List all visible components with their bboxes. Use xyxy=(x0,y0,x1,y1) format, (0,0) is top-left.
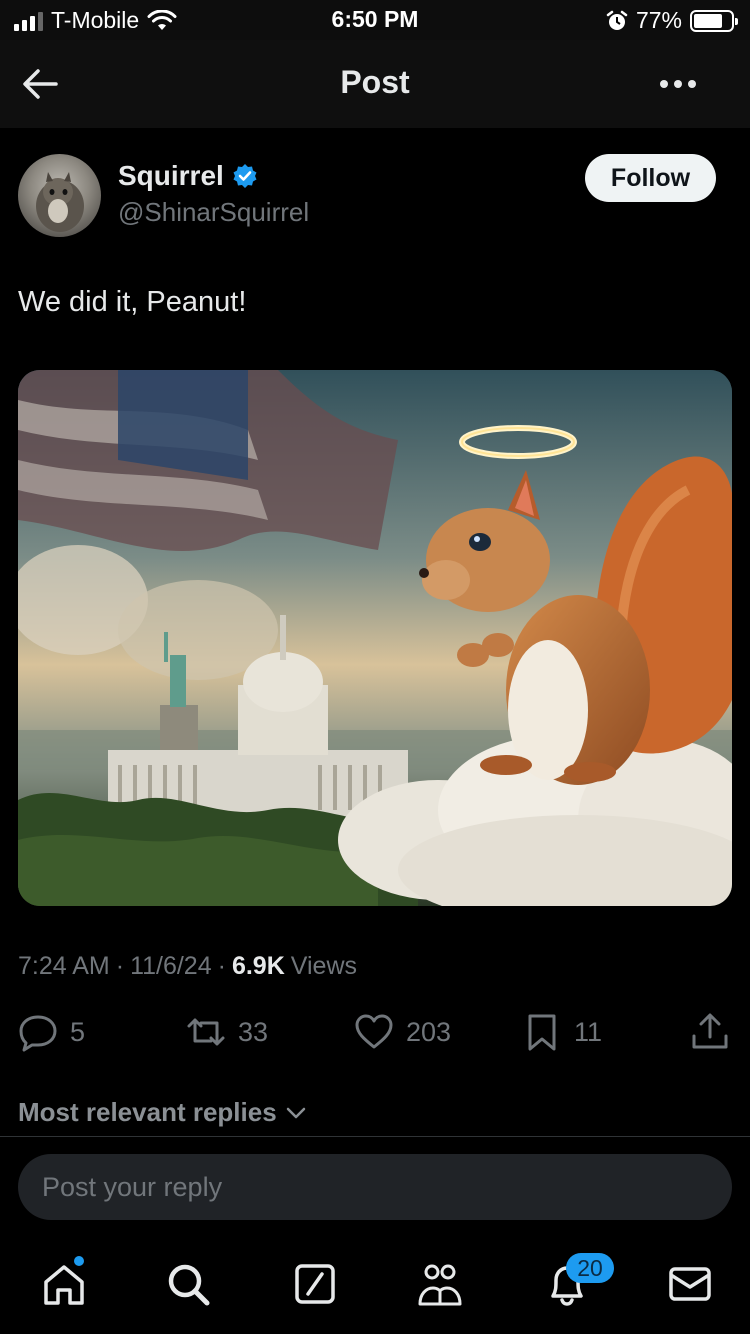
post-meta: 7:24 AM · 11/6/24 · 6.9K Views xyxy=(18,952,357,981)
search-icon xyxy=(168,1264,210,1306)
views-label: Views xyxy=(290,952,358,980)
reply-icon xyxy=(19,1015,57,1052)
post-image-illustration xyxy=(18,370,732,906)
follow-button[interactable]: Follow xyxy=(585,154,716,202)
reply-button[interactable]: 5 xyxy=(18,1012,85,1052)
heart-icon xyxy=(355,1014,393,1049)
meta-separator: · xyxy=(217,952,226,980)
battery-percent: 77% xyxy=(635,7,682,33)
tab-messages[interactable] xyxy=(666,1260,714,1308)
chevron-down-icon xyxy=(286,1107,305,1118)
alarm-icon xyxy=(606,10,628,30)
tab-grok[interactable] xyxy=(291,1260,339,1308)
like-count: 203 xyxy=(406,1016,452,1047)
status-bar: T-Mobile 6:50 PM 77% xyxy=(0,0,750,40)
divider xyxy=(0,1136,750,1137)
author-name[interactable]: Squirrel xyxy=(118,160,224,192)
home-icon xyxy=(44,1265,84,1305)
grok-icon xyxy=(295,1264,335,1304)
page-title: Post xyxy=(340,64,410,100)
battery-icon xyxy=(690,9,738,32)
verified-badge-icon xyxy=(233,164,257,188)
tab-search[interactable] xyxy=(164,1260,212,1308)
battery-fill xyxy=(694,13,722,28)
share-button[interactable] xyxy=(690,1012,730,1052)
like-button[interactable]: 203 xyxy=(354,1012,451,1052)
bottom-tab-bar xyxy=(0,1240,750,1334)
reply-count: 5 xyxy=(70,1016,86,1047)
repost-icon xyxy=(187,1018,225,1046)
more-horizontal-icon[interactable] xyxy=(660,80,696,88)
post-actions: 5 33 203 11 xyxy=(0,1012,750,1056)
post-time: 7:24 AM xyxy=(18,952,110,980)
repost-count: 33 xyxy=(238,1016,269,1047)
meta-separator: · xyxy=(115,952,125,980)
repost-button[interactable]: 33 xyxy=(186,1012,268,1052)
post-text: We did it, Peanut! xyxy=(18,286,247,318)
bookmark-icon xyxy=(528,1014,556,1051)
bookmark-button[interactable]: 11 xyxy=(522,1012,602,1052)
home-unread-dot xyxy=(74,1256,84,1266)
communities-icon xyxy=(418,1264,462,1306)
share-icon xyxy=(692,1013,728,1049)
post-date: 11/6/24 xyxy=(130,952,212,980)
post-image[interactable] xyxy=(18,370,732,906)
replies-sort-label: Most relevant replies xyxy=(18,1097,277,1127)
messages-icon xyxy=(669,1267,711,1301)
author-name-row: Squirrel xyxy=(118,160,258,192)
status-right: 77% xyxy=(606,7,738,34)
replies-sort-dropdown[interactable]: Most relevant replies xyxy=(18,1097,309,1128)
avatar[interactable] xyxy=(18,154,101,237)
top-nav: Post xyxy=(0,40,750,128)
author-handle[interactable]: @ShinarSquirrel xyxy=(118,197,309,228)
views-count[interactable]: 6.9K xyxy=(232,952,285,981)
notifications-badge: 20 xyxy=(566,1253,614,1283)
bookmark-count: 11 xyxy=(574,1016,603,1047)
tab-communities[interactable] xyxy=(416,1260,464,1308)
tab-home[interactable] xyxy=(40,1260,88,1308)
reply-input[interactable] xyxy=(18,1154,732,1220)
